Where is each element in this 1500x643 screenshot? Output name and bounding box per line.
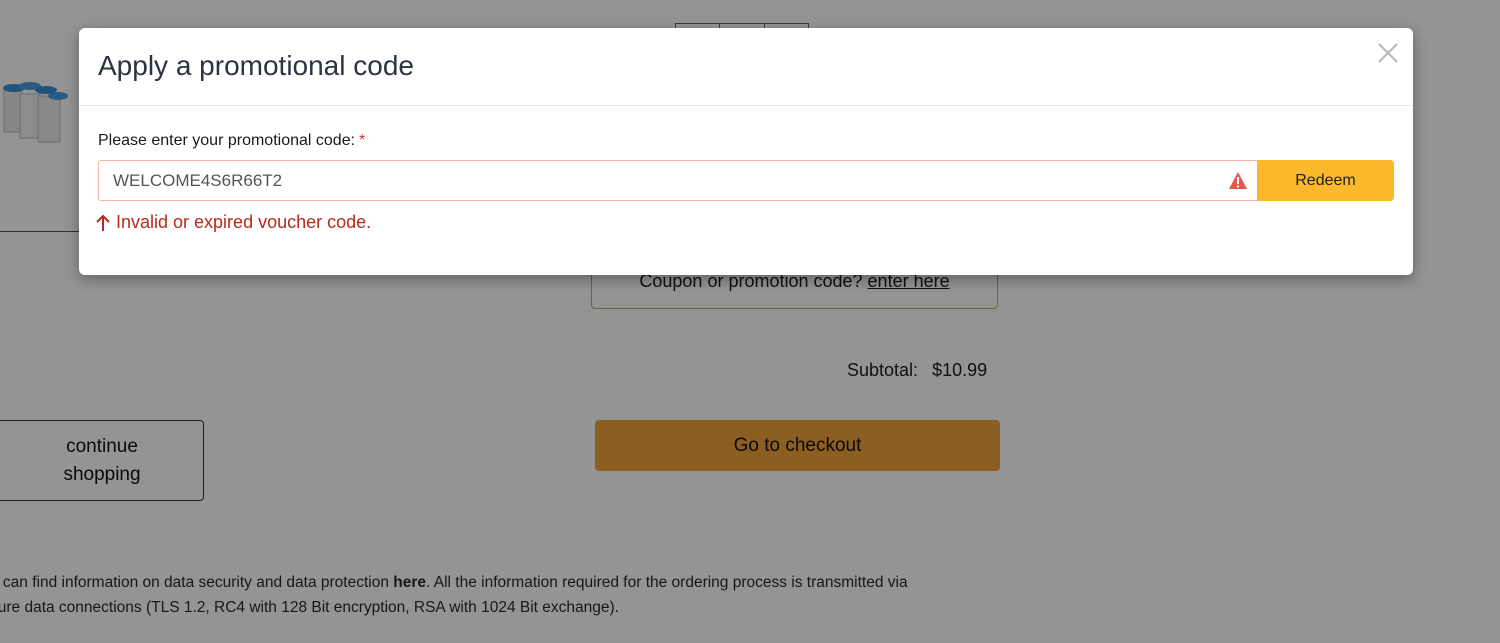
promo-label-text: Please enter your promotional code:	[98, 132, 356, 149]
promo-code-modal: Apply a promotional code Please enter yo…	[79, 28, 1413, 275]
modal-title: Apply a promotional code	[98, 50, 414, 81]
error-message: Invalid or expired voucher code.	[96, 212, 371, 233]
promo-code-input[interactable]	[99, 161, 1209, 200]
error-text: Invalid or expired voucher code.	[116, 212, 372, 232]
close-icon	[1378, 43, 1398, 63]
warning-icon	[1229, 172, 1247, 189]
modal-header: Apply a promotional code	[79, 28, 1413, 106]
arrow-up-icon	[96, 214, 110, 231]
redeem-button[interactable]: Redeem	[1257, 160, 1394, 201]
promo-input-wrapper	[98, 160, 1258, 201]
required-marker: *	[359, 132, 366, 149]
close-button[interactable]	[1375, 40, 1401, 66]
promo-field-label: Please enter your promotional code: *	[98, 132, 365, 150]
